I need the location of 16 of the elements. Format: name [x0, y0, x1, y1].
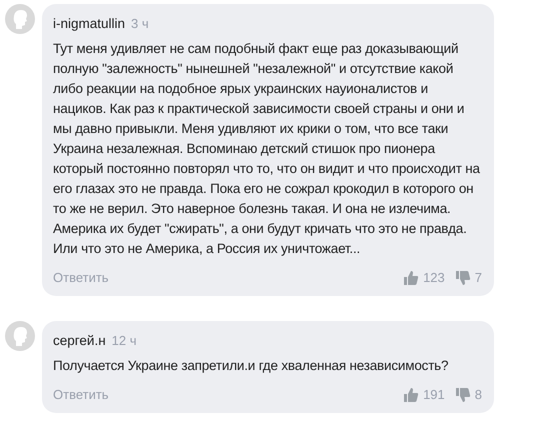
- avatar-icon: [5, 320, 35, 351]
- author-name[interactable]: i-nigmatullin: [53, 14, 126, 34]
- dislike-count: 8: [474, 386, 482, 404]
- comment-text: Тут меня удивляет не сам подобный факт еще раз доказывающий полную "залежность" нынешней "незалежной" и отсутствие какой либо реакции на подобное ярых украинских науионалистов и нациков. Как раз к практической зависимости своей страны и они и мы давно привыкли. Меня удивляют их крики о том, что все таки Украина незалежная. Вспоминаю детский стишок про пионера который постоянно повторял что то, что он видит и что происходит на его глазах это не правда. Пока его не сожрал крокодил в которого он то же не верил. Это наверное болезнь такая. И она не излечима. Америка их будет "сжирать", а они будут кричать что это не правда. Или что это не Америка, а Россия их уничтожает...: [53, 40, 481, 258]
- thumbs-up-icon[interactable]: [403, 270, 420, 286]
- thumbs-down-icon[interactable]: [454, 386, 471, 403]
- avatar-icon: [5, 4, 35, 34]
- comment-time: 3 ч: [131, 15, 149, 33]
- comment-text: Получается Украине запретили.и где хваленная независимость?: [53, 357, 450, 375]
- like-count: 191: [423, 386, 445, 404]
- dislike-count: 7: [474, 269, 482, 288]
- thumbs-up-icon[interactable]: [403, 386, 420, 403]
- thumbs-down-icon[interactable]: [454, 270, 471, 286]
- comment-time: 12 ч: [112, 332, 137, 350]
- author-name[interactable]: сергей.н: [53, 330, 106, 351]
- like-count: 123: [423, 269, 445, 288]
